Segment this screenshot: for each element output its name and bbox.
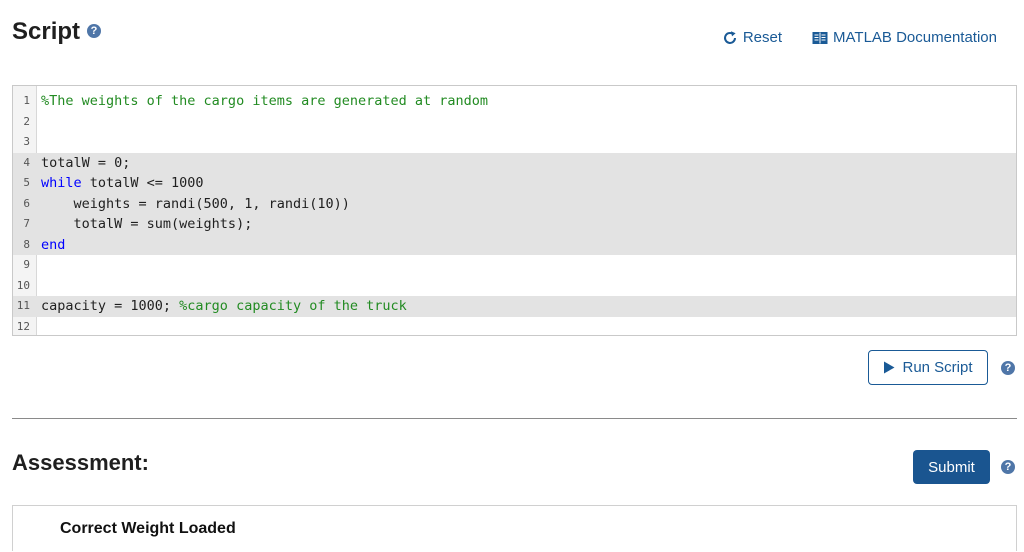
code-token-plain: totalW = sum(weights);	[41, 216, 253, 232]
top-toolbar: Reset MATLAB Documentation	[722, 29, 997, 46]
run-script-button[interactable]: Run Script	[868, 350, 988, 385]
run-script-label: Run Script	[902, 359, 973, 376]
line-number: 7	[23, 217, 30, 230]
matlab-docs-link[interactable]: MATLAB Documentation	[812, 29, 997, 46]
assessment-title: Assessment:	[12, 450, 149, 475]
script-title: Script	[12, 18, 81, 45]
run-help-icon[interactable]: ?	[1001, 361, 1015, 375]
code-line[interactable]: 6 weights = randi(500, 1, randi(10))	[13, 193, 1016, 215]
line-code: while totalW <= 1000	[41, 173, 204, 194]
code-line[interactable]: 11 capacity = 1000; %cargo capacity of th…	[13, 296, 1016, 317]
assessment-item[interactable]: Correct Weight Loaded	[60, 520, 236, 538]
script-heading: Script ?	[12, 18, 102, 46]
line-number: 2	[23, 114, 30, 128]
line-code: totalW = sum(weights);	[41, 214, 253, 235]
code-token-plain: capacity = 1000;	[41, 298, 180, 314]
code-line[interactable]: 7 totalW = sum(weights);	[13, 214, 1016, 235]
assessment-panel: Correct Weight Loaded	[12, 505, 1017, 551]
code-token-keyword: end	[41, 236, 66, 253]
code-editor[interactable]: 1 %The weights of the cargo items are gen…	[12, 85, 1017, 336]
docs-label: MATLAB Documentation	[833, 29, 997, 46]
submit-label: Submit	[928, 458, 975, 476]
line-number: 5	[23, 176, 30, 189]
line-number: 9	[23, 258, 30, 271]
code-line[interactable]: 8 end	[13, 234, 1016, 256]
code-line[interactable]: 10	[13, 276, 1016, 297]
submit-help-icon[interactable]: ?	[1001, 460, 1015, 474]
code-line[interactable]: 5 while totalW <= 1000	[13, 173, 1016, 194]
code-token-comment: %cargo capacity of the truck	[179, 298, 407, 314]
code-token-keyword: while	[41, 175, 82, 191]
line-code: capacity = 1000; %cargo capacity of the …	[41, 296, 407, 317]
line-number: 8	[23, 237, 30, 251]
line-number: 3	[23, 135, 30, 148]
page: Script ? Reset MATLAB Documentation 1 %T…	[0, 0, 1024, 552]
code-line[interactable]: 12	[13, 317, 1016, 338]
reset-label: Reset	[742, 29, 783, 46]
line-code: totalW = 0;	[41, 153, 130, 174]
play-icon	[883, 361, 895, 374]
reset-icon	[722, 30, 738, 46]
submit-button[interactable]: Submit	[913, 450, 990, 484]
reset-link[interactable]: Reset	[722, 29, 782, 46]
line-number: 11	[16, 299, 30, 312]
code-token-plain: totalW <= 1000	[81, 175, 204, 191]
section-divider	[12, 418, 1017, 419]
line-code: weights = randi(500, 1, randi(10))	[41, 194, 350, 215]
line-number: 1	[23, 94, 30, 107]
code-line[interactable]: 4 totalW = 0;	[13, 152, 1016, 174]
code-token-plain: totalW = 0;	[41, 154, 131, 171]
line-number: 10	[16, 278, 30, 292]
line-number: 6	[23, 196, 30, 210]
line-number: 12	[16, 319, 30, 333]
code-line[interactable]: 9	[13, 255, 1016, 276]
code-token-plain: weights = randi(500, 1, randi(10))	[41, 195, 350, 212]
script-help-icon[interactable]: ?	[87, 24, 102, 38]
line-code: end	[41, 235, 65, 256]
line-number: 4	[23, 155, 30, 169]
code-token-comment: %The weights of the cargo items are gene…	[41, 93, 489, 109]
code-line[interactable]: 3	[13, 132, 1016, 153]
line-code: %The weights of the cargo items are gene…	[41, 91, 488, 112]
code-line[interactable]: 2	[13, 112, 1016, 133]
code-line[interactable]: 1 %The weights of the cargo items are gen…	[13, 91, 1016, 112]
book-icon	[812, 31, 828, 45]
